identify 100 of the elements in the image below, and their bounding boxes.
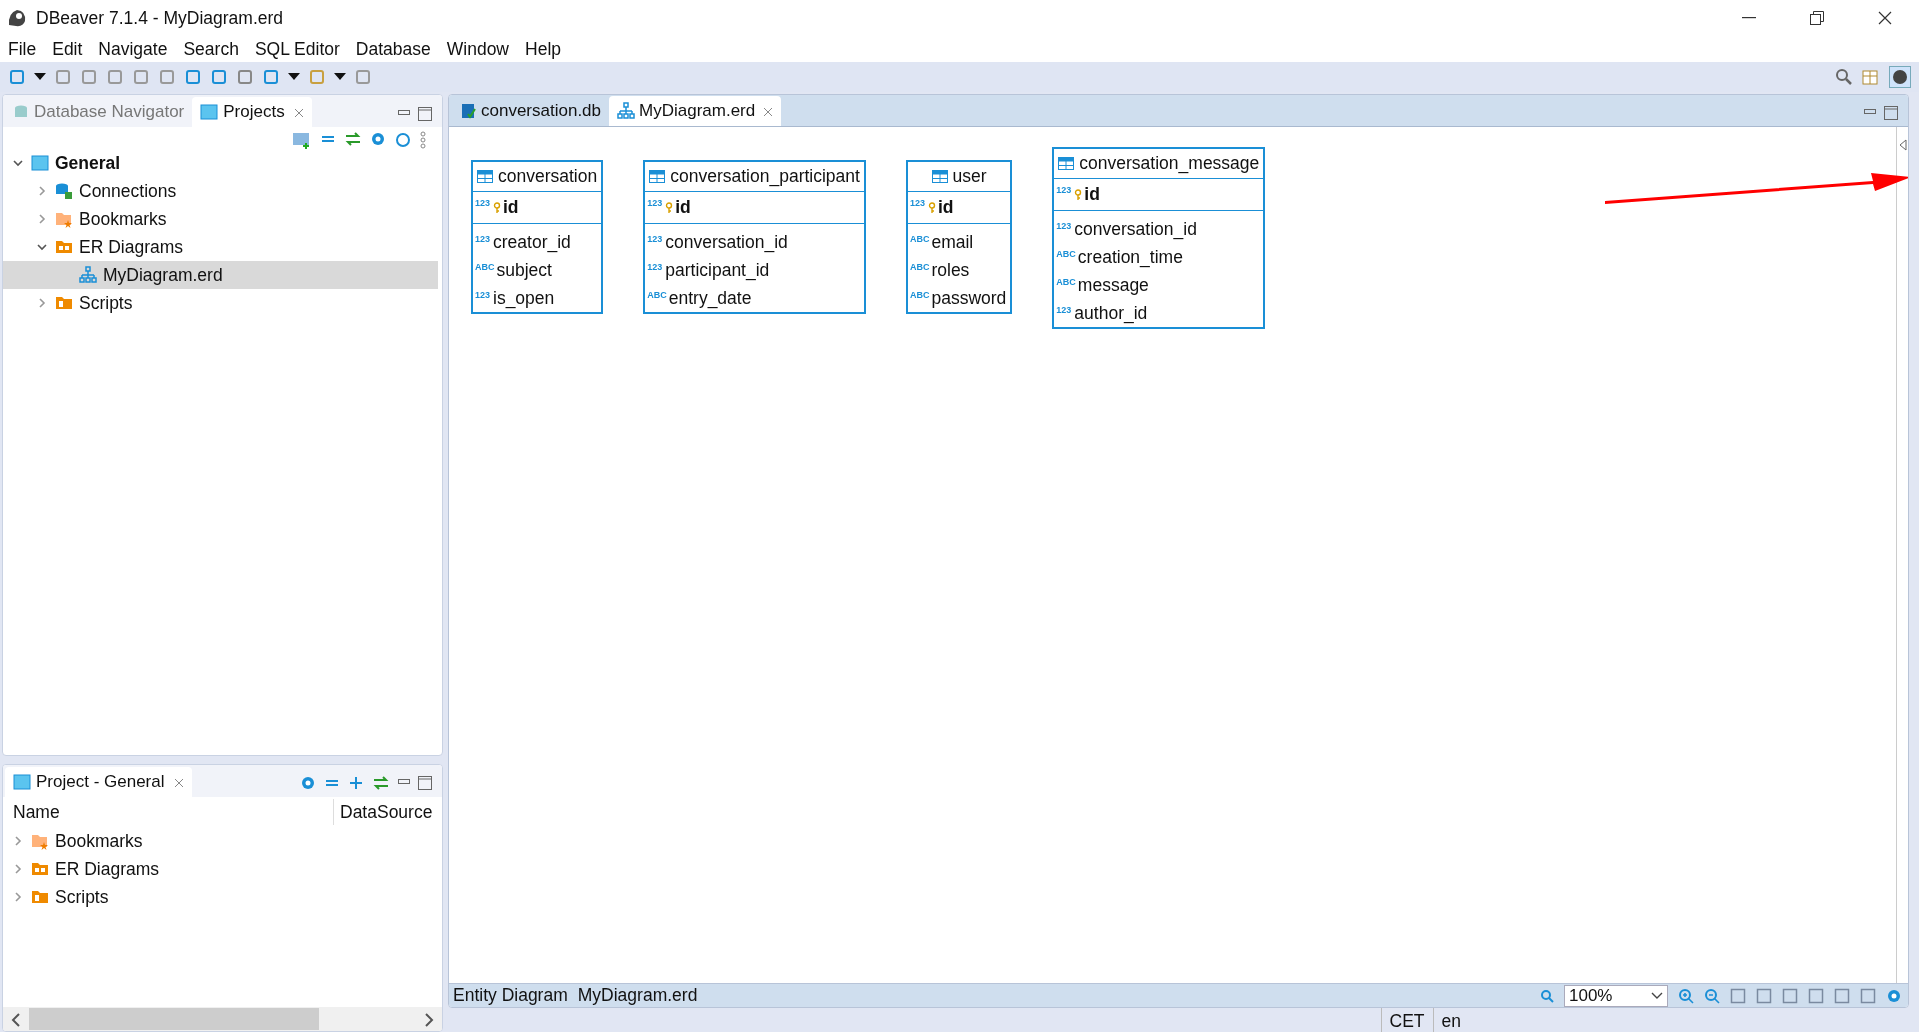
status-text: en xyxy=(1432,1008,1469,1032)
entity-name: user xyxy=(952,165,987,189)
menu-item[interactable]: Window xyxy=(444,35,511,63)
chevron-right-icon[interactable] xyxy=(13,836,23,846)
key-icon xyxy=(927,201,936,214)
maximize-icon[interactable] xyxy=(418,776,432,790)
close-icon[interactable] xyxy=(1878,11,1892,25)
folder-icon xyxy=(55,295,73,311)
search-icon[interactable] xyxy=(1835,68,1853,86)
panel-tab[interactable]: Project - General xyxy=(5,767,192,797)
scrollbar-thumb[interactable] xyxy=(29,1008,319,1030)
table-icon xyxy=(931,170,948,183)
search-icon[interactable] xyxy=(1540,988,1554,1003)
tree-item[interactable]: Bookmarks xyxy=(3,205,438,233)
editor-tab[interactable]: MyDiagram.erd xyxy=(609,96,782,126)
menu-item[interactable]: Help xyxy=(523,35,563,63)
column-name: conversation_id xyxy=(1074,217,1197,242)
tree-item[interactable]: Connections xyxy=(3,177,438,205)
minimize-icon[interactable] xyxy=(1864,109,1876,117)
database-file-icon xyxy=(461,102,477,120)
settings-icon[interactable] xyxy=(300,775,316,791)
column-type: ABC xyxy=(647,289,667,302)
file-name: MyDiagram.erd xyxy=(577,984,698,1007)
zoom-dropdown[interactable]: 100% xyxy=(1564,984,1668,1007)
column-type: ABC xyxy=(475,261,495,274)
restore-icon[interactable] xyxy=(1810,11,1824,25)
menu-item[interactable]: Edit xyxy=(50,35,85,63)
expand-icon[interactable] xyxy=(348,775,364,791)
column-name: id xyxy=(937,196,954,220)
chevron-right-icon[interactable] xyxy=(13,864,23,874)
key-icon xyxy=(665,201,674,214)
tree-item[interactable]: General xyxy=(3,149,438,177)
collapse-arrow-icon[interactable] xyxy=(1898,139,1907,151)
zoom-out-icon[interactable] xyxy=(1704,987,1720,1004)
settings-icon[interactable] xyxy=(1886,987,1902,1004)
chevron-down-icon[interactable] xyxy=(13,158,23,168)
editor-tab[interactable]: conversation.db xyxy=(453,96,610,126)
menu-item[interactable]: File xyxy=(6,35,39,63)
entity-name: conversation xyxy=(498,165,598,189)
perspective-icon[interactable] xyxy=(1889,66,1911,88)
maximize-icon[interactable] xyxy=(1884,106,1898,120)
chevron-right-icon[interactable] xyxy=(37,186,47,196)
caret-icon[interactable] xyxy=(334,73,346,81)
key-icon xyxy=(493,201,501,214)
sync-arrows-icon[interactable] xyxy=(372,775,390,791)
column-name: roles xyxy=(931,258,970,282)
vertical-scrollbar[interactable] xyxy=(1896,127,1908,983)
zoom-in-icon[interactable] xyxy=(1678,987,1694,1004)
chevron-down-icon[interactable] xyxy=(37,242,47,252)
maximize-icon[interactable] xyxy=(418,107,432,121)
menu-item[interactable]: Database xyxy=(353,35,433,63)
column-type: 123 xyxy=(647,233,664,246)
column-header[interactable]: Name xyxy=(3,798,333,826)
column-type: 123 xyxy=(475,289,491,302)
panel-tab[interactable]: Database Navigator xyxy=(5,97,193,127)
tree-item[interactable]: Bookmarks xyxy=(3,827,442,855)
menu-item[interactable]: SQL Editor xyxy=(252,35,342,63)
table-icon[interactable] xyxy=(1861,68,1881,86)
more-icon[interactable] xyxy=(420,131,426,149)
column-type: 123 xyxy=(475,233,491,246)
new-folder-icon[interactable] xyxy=(292,131,312,149)
column-type: 123 xyxy=(1056,184,1073,197)
column-name: password xyxy=(931,286,1007,310)
caret-icon[interactable] xyxy=(288,73,300,81)
status-text: Entity Diagram xyxy=(453,984,568,1007)
column-name: creator_id xyxy=(493,230,571,255)
tree-item[interactable]: Scripts xyxy=(3,883,442,911)
menu-item[interactable]: Search xyxy=(181,35,241,63)
column-name: id xyxy=(503,196,519,220)
column-type: 123 xyxy=(475,197,491,210)
chevron-right-icon[interactable] xyxy=(37,298,47,308)
project-icon xyxy=(31,155,49,171)
minimize-icon[interactable] xyxy=(1742,17,1756,19)
column-type: 123 xyxy=(1056,304,1073,317)
column-type: ABC xyxy=(1056,276,1076,289)
minimize-icon[interactable] xyxy=(398,110,410,118)
chevron-right-icon[interactable] xyxy=(13,892,23,902)
menu-item[interactable]: Navigate xyxy=(96,35,170,63)
entity-name: conversation_participant xyxy=(670,165,860,189)
project-icon xyxy=(200,104,219,120)
tree-item[interactable]: ER Diagrams xyxy=(3,855,442,883)
sync-arrows-icon[interactable] xyxy=(344,131,362,147)
minimize-icon[interactable] xyxy=(398,779,410,787)
caret-icon[interactable] xyxy=(34,73,46,81)
column-name: id xyxy=(675,196,691,220)
caret-icon[interactable] xyxy=(1651,991,1663,1000)
settings-icon[interactable] xyxy=(370,131,386,147)
column-header[interactable]: DataSource xyxy=(333,798,433,826)
tree-item[interactable]: Scripts xyxy=(3,289,438,317)
status-text: CET xyxy=(1380,1008,1433,1032)
database-icon xyxy=(13,104,29,120)
column-name: creation_time xyxy=(1077,245,1183,270)
column-type: ABC xyxy=(909,233,930,246)
column-type: ABC xyxy=(909,261,930,274)
tree-item[interactable]: ER Diagrams xyxy=(3,233,438,261)
panel-tab[interactable]: Projects xyxy=(192,97,312,127)
column-name: is_open xyxy=(493,286,555,311)
chevron-right-icon[interactable] xyxy=(37,214,47,224)
folder-icon xyxy=(55,239,73,255)
tree-item[interactable]: MyDiagram.erd xyxy=(3,261,438,289)
